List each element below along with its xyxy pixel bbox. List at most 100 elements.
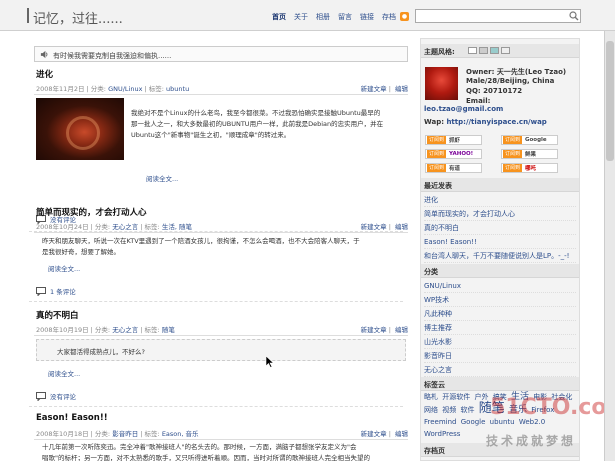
subscribe-yahoo[interactable]: 订阅到 YAHOO! — [425, 149, 482, 159]
new-post-link[interactable]: 新建文章 — [361, 430, 387, 438]
theme-swatch-white[interactable] — [468, 47, 477, 54]
comment-count[interactable]: 没有评论 — [50, 391, 76, 401]
post-title[interactable]: Eason! Eason!! — [36, 413, 108, 423]
search-icon[interactable] — [569, 11, 579, 21]
post-tags[interactable]: Eason, 音乐 — [162, 430, 199, 438]
theme-swatch-light[interactable] — [501, 47, 510, 54]
owner-info: Male/28/Beijing, China — [466, 77, 555, 85]
subscribe-youdao[interactable]: 订阅到 有道 — [425, 163, 482, 173]
tag-item[interactable]: WordPress — [424, 430, 460, 438]
categories-heading: 分类 — [421, 264, 579, 278]
post-title[interactable]: 简单而现实的，才会打动人心 — [36, 206, 147, 218]
page-scrollbar[interactable] — [604, 31, 615, 461]
category-item[interactable]: GNU/Linux — [424, 279, 576, 293]
post-meta: 2008年10月24日 | 分类: 无心之言 | 标签: 生活, 随笔 新建文章… — [36, 223, 408, 231]
recent-post-item[interactable]: Eason! Eason!! — [424, 235, 576, 249]
category-label: 分类: — [94, 326, 111, 334]
tag-label: 标签: — [148, 85, 164, 93]
tag-label: 标签: — [144, 430, 160, 438]
post-title[interactable]: 进化 — [36, 68, 53, 80]
post-meta: 2008年10月18日 | 分类: 影音昨日 | 标签: Eason, 音乐 新… — [36, 430, 408, 438]
post-tags[interactable]: ubuntu — [166, 85, 189, 93]
theme-selector: 主题风格: — [421, 44, 579, 58]
recent-post-item[interactable]: 和台湾人聊天，千万不要随便说别人是LP。-_-! — [424, 249, 576, 263]
watermark-slogan: 技术成就梦想 — [486, 434, 577, 448]
owner-email-link[interactable]: leo.tzao@gmail.com — [424, 105, 503, 113]
recent-post-item[interactable]: 进化 — [424, 193, 576, 207]
category-item[interactable]: 山光水影 — [424, 335, 576, 349]
subscribe-brand: 哪吒 — [525, 166, 537, 172]
post-category[interactable]: 影音昨日 — [112, 430, 138, 438]
excerpt-line: 我绝对不是个Linux的什么老鸟，我至今都很菜。不过我恐怕确实是接触Ubuntu… — [131, 109, 381, 117]
post-category[interactable]: 无心之言 — [112, 326, 138, 334]
edit-link[interactable]: 编辑 — [395, 430, 408, 438]
theme-swatch-blue[interactable] — [490, 47, 499, 54]
comment-icon — [36, 286, 46, 296]
post-category[interactable]: 无心之言 — [112, 223, 138, 231]
new-post-link[interactable]: 新建文章 — [361, 85, 387, 93]
comment-link[interactable]: 没有评论 — [36, 391, 76, 401]
scrollbar-thumb[interactable] — [606, 41, 614, 161]
subscribe-tag: 订阅到 — [427, 164, 447, 172]
theme-label: 主题风格: — [424, 48, 455, 56]
tag-item[interactable]: 略札 — [424, 393, 438, 401]
comment-count[interactable]: 1 条评论 — [50, 286, 76, 296]
recent-post-item[interactable]: 真的不明白 — [424, 221, 576, 235]
subscribe-google[interactable]: 订阅到 Google — [501, 135, 558, 145]
comment-icon — [36, 391, 46, 401]
category-item[interactable]: 博主推荐 — [424, 321, 576, 335]
theme-swatch-gray[interactable] — [479, 47, 488, 54]
post-tags[interactable]: 随笔 — [162, 326, 175, 334]
edit-link[interactable]: 编辑 — [395, 85, 408, 93]
read-more-link[interactable]: 阅读全文... — [48, 368, 80, 378]
read-more-link[interactable]: 阅读全文... — [48, 263, 80, 273]
post-tags[interactable]: 生活, 随笔 — [162, 223, 192, 231]
post-category[interactable]: GNU/Linux — [108, 85, 142, 93]
search-input[interactable] — [415, 9, 581, 23]
post-image — [36, 98, 124, 160]
post-divider — [34, 94, 408, 95]
category-label: 分类: — [94, 223, 111, 231]
post: 简单而现实的，才会打动人心 2008年10月24日 | 分类: 无心之言 | 标… — [34, 206, 408, 306]
excerpt-line: 是我很好奇，想要了解她。 — [42, 248, 120, 256]
edit-link[interactable]: 编辑 — [395, 326, 408, 334]
comment-link[interactable]: 1 条评论 — [36, 286, 76, 296]
rss-icon[interactable]: ● — [400, 12, 409, 21]
subscribe-zhuaxia[interactable]: 订阅到 抓虾 — [425, 135, 482, 145]
owner-avatar — [425, 67, 458, 100]
nav-about[interactable]: 关于 — [290, 12, 312, 22]
subscribe-brand: 有道 — [449, 166, 461, 172]
nav-album[interactable]: 相册 — [312, 12, 334, 22]
watermark: 51CTO.com 技术成就梦想 — [470, 390, 615, 450]
subscribe-nazha[interactable]: 订阅到 哪吒 — [501, 163, 558, 173]
excerpt-line: 十几年前第一次听陈奕迅。完全冲着"歌神接班人"的名头去的。那时候，一方面，满脑子… — [42, 443, 357, 451]
new-post-link[interactable]: 新建文章 — [361, 223, 387, 231]
subscribe-xianguo[interactable]: 订阅到 鲜果 — [501, 149, 558, 159]
category-item[interactable]: 无心之言 — [424, 363, 576, 377]
site-title[interactable]: 记忆，过往...... — [33, 8, 123, 27]
post-title[interactable]: 真的不明白 — [36, 309, 79, 321]
nav-archive[interactable]: 存档 — [378, 12, 400, 22]
subscribe-tag: 订阅到 — [503, 164, 523, 172]
nav-guestbook[interactable]: 留言 — [334, 12, 356, 22]
categories-list: GNU/Linux WP技术 凡此种种 博主推荐 山光水影 影音昨日 无心之言 — [424, 279, 576, 377]
category-item[interactable]: WP技术 — [424, 293, 576, 307]
nav-links[interactable]: 链接 — [356, 12, 378, 22]
read-more-link[interactable]: 阅读全文... — [146, 173, 178, 183]
category-item[interactable]: 影音昨日 — [424, 349, 576, 363]
title-accent-bar — [27, 8, 29, 23]
tag-item[interactable]: 视频 — [442, 406, 456, 414]
post-date: 2008年11月2日 — [36, 85, 85, 93]
subscribe-brand: YAHOO! — [449, 151, 474, 157]
wap-link[interactable]: http://tianyispace.cn/wap — [446, 118, 546, 126]
new-post-link[interactable]: 新建文章 — [361, 326, 387, 334]
post-excerpt: 昨天和朋友聊天，听说一次在KTV里遇到了一个陪酒女孩儿，很拘谨，不怎么会喝酒，也… — [42, 236, 408, 258]
post-date: 2008年10月18日 — [36, 430, 89, 438]
edit-link[interactable]: 编辑 — [395, 223, 408, 231]
recent-post-item[interactable]: 简单而现实的，才会打动人心 — [424, 207, 576, 221]
category-item[interactable]: 凡此种种 — [424, 307, 576, 321]
tag-item[interactable]: Freemind — [424, 418, 457, 426]
subscribe-tag: 订阅到 — [427, 136, 447, 144]
nav-home[interactable]: 首页 — [268, 12, 290, 22]
tag-item[interactable]: 开源软件 — [442, 393, 470, 401]
